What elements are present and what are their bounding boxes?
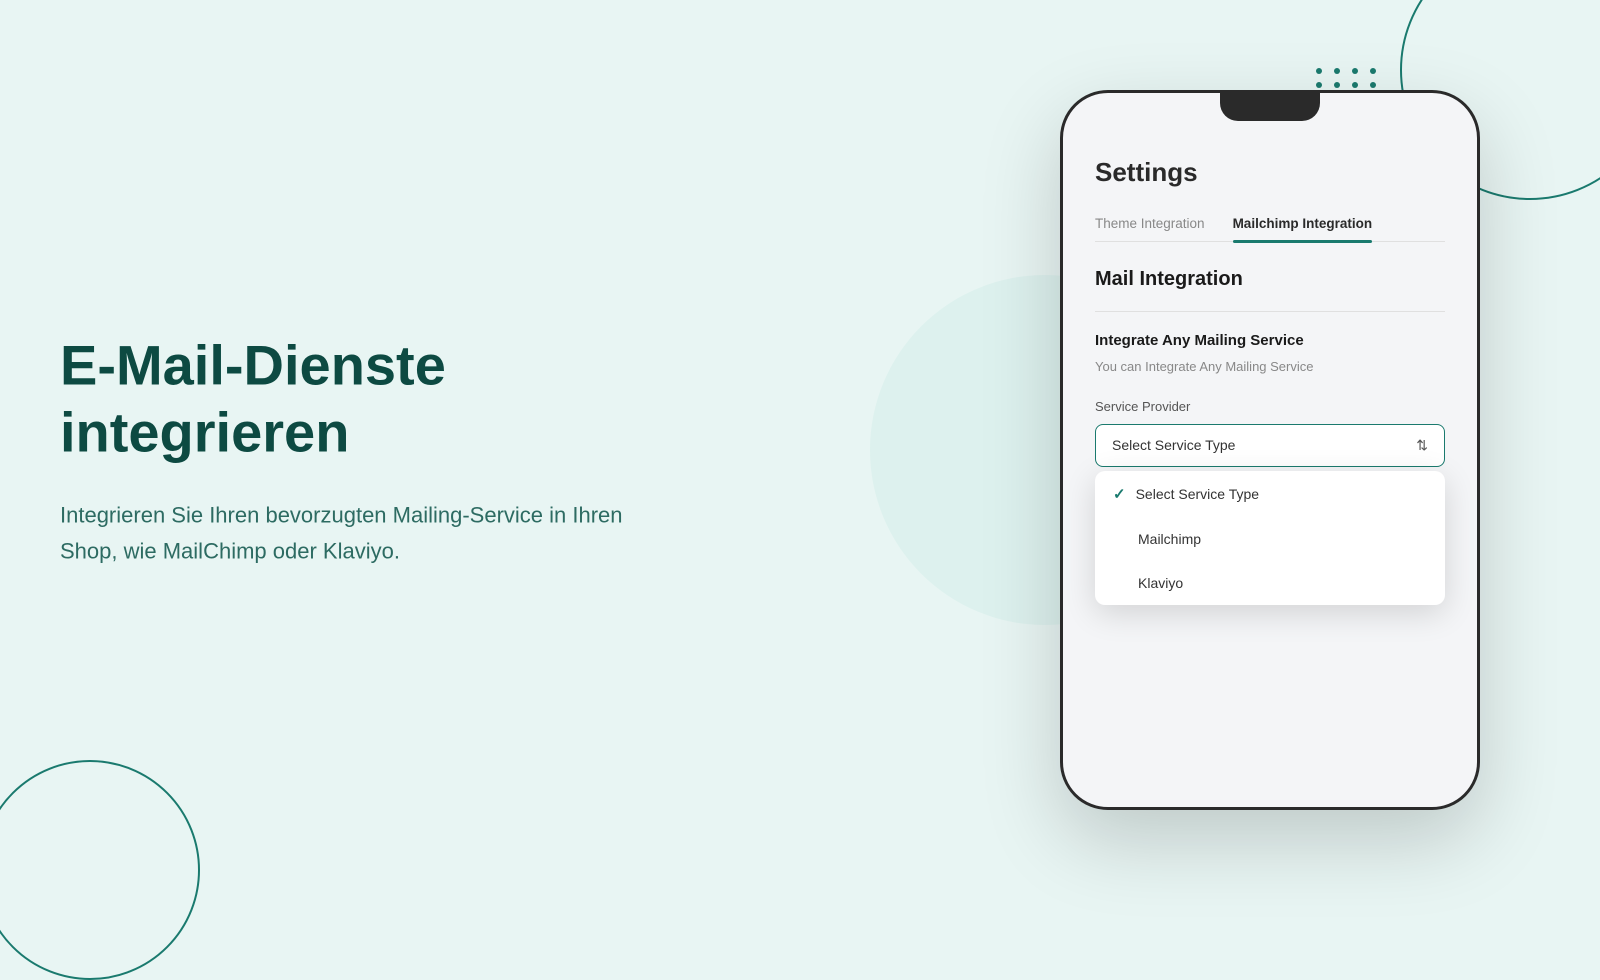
phone-wrapper: Settings Theme Integration Mailchimp Int…: [1060, 90, 1480, 810]
select-arrow-icon: ⇅: [1416, 437, 1428, 454]
section-divider: [1095, 311, 1445, 312]
phone-content: Settings Theme Integration Mailchimp Int…: [1063, 121, 1477, 807]
integrate-desc: You can Integrate Any Mailing Service: [1095, 357, 1445, 377]
checkmark-icon: ✓: [1113, 485, 1126, 503]
decorative-circle-bottom-left: [0, 760, 200, 980]
dropdown-item-select-service[interactable]: ✓ Select Service Type: [1095, 471, 1445, 517]
integrate-title: Integrate Any Mailing Service: [1095, 332, 1445, 349]
tab-mailchimp-integration[interactable]: Mailchimp Integration: [1233, 206, 1373, 241]
select-wrapper: Select Service Type ⇅ ✓ Select Service T…: [1095, 424, 1445, 467]
title-line1: E-Mail-Dienste: [60, 334, 446, 397]
main-title: E-Mail-Dienste integrieren: [60, 332, 660, 466]
left-content: E-Mail-Dienste integrieren Integrieren S…: [60, 332, 660, 569]
tabs-container: Theme Integration Mailchimp Integration: [1095, 206, 1445, 242]
service-provider-label: Service Provider: [1095, 399, 1445, 414]
tab-theme-integration[interactable]: Theme Integration: [1095, 206, 1205, 241]
section-title: Mail Integration: [1095, 268, 1445, 291]
service-type-select[interactable]: Select Service Type ⇅: [1095, 424, 1445, 467]
dropdown-item-mailchimp[interactable]: Mailchimp: [1095, 517, 1445, 561]
dropdown-menu: ✓ Select Service Type Mailchimp Klaviyo: [1095, 471, 1445, 605]
subtitle-text: Integrieren Sie Ihren bevorzugten Mailin…: [60, 498, 660, 568]
phone-notch: [1220, 93, 1320, 121]
title-line2: integrieren: [60, 401, 349, 464]
dropdown-item-klaviyo[interactable]: Klaviyo: [1095, 561, 1445, 605]
select-value: Select Service Type: [1112, 437, 1235, 453]
settings-title: Settings: [1095, 157, 1445, 188]
phone-mockup: Settings Theme Integration Mailchimp Int…: [1060, 90, 1480, 810]
